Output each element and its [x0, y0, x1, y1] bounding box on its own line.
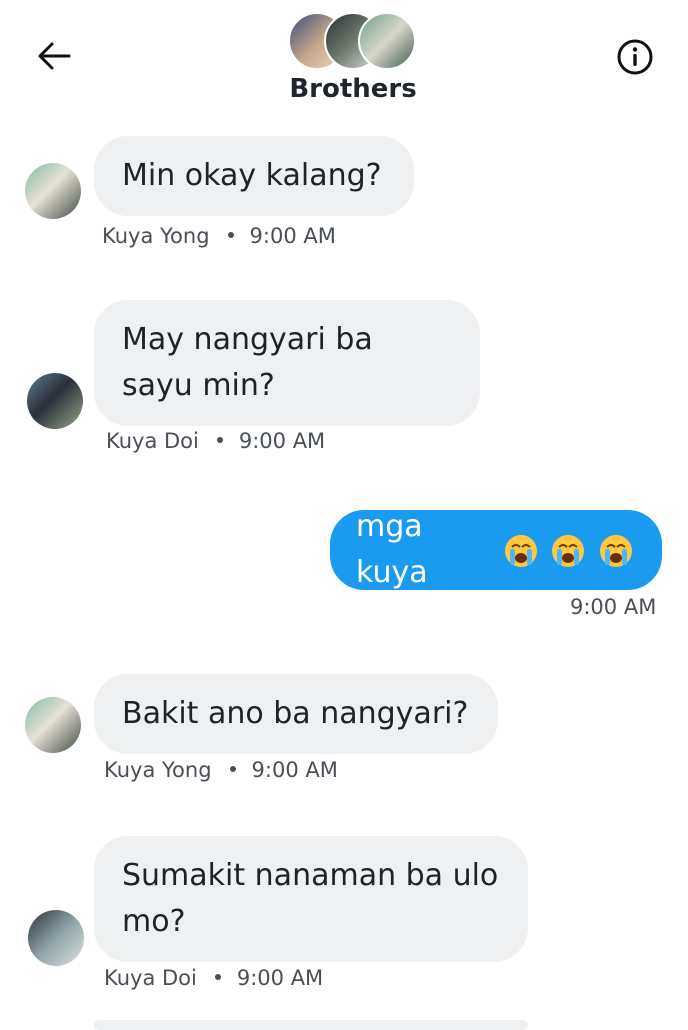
info-circle-icon	[617, 39, 653, 75]
back-button[interactable]	[32, 36, 76, 76]
separator-dot	[229, 766, 236, 772]
message-meta: Kuya Yong 9:00 AM	[104, 758, 338, 782]
crying-face-icon	[600, 534, 632, 567]
message-bubble[interactable]: Min okay kalang?	[94, 136, 414, 216]
avatar[interactable]	[27, 373, 83, 429]
message-time: 9:00 AM	[236, 966, 324, 990]
group-avatars[interactable]	[288, 12, 416, 70]
message-time: 9:00 AM	[570, 595, 657, 619]
separator-dot	[227, 232, 234, 238]
message-time: 9:00 AM	[238, 429, 326, 453]
sender-name: Kuya Doi	[104, 966, 197, 990]
group-title: Brothers	[289, 74, 417, 104]
message-text: Bakit ano ba nangyari?	[122, 696, 469, 731]
message-meta: Kuya Yong 9:00 AM	[102, 224, 336, 248]
outgoing-message-bubble[interactable]: mga kuya	[330, 509, 662, 590]
sender-name: Kuya Yong	[104, 758, 212, 782]
message-text: mga kuya	[356, 509, 428, 590]
avatar	[358, 12, 416, 70]
message-bubble[interactable]: Sumakit nanaman ba ulo mo?	[94, 836, 528, 962]
message-bubble[interactable]: May nangyari ba sayu min?	[94, 300, 480, 426]
message-time: 9:00 AM	[251, 758, 338, 782]
message-text: Sumakit nanaman ba ulo mo?	[122, 858, 499, 939]
message-text: Min okay kalang?	[122, 158, 382, 193]
crying-face-icon	[504, 534, 537, 567]
sender-name: Kuya Doi	[106, 429, 199, 453]
info-button[interactable]	[612, 34, 658, 80]
separator-dot	[216, 437, 223, 443]
crying-face-icon	[552, 534, 585, 567]
arrow-left-icon	[38, 42, 71, 70]
sender-name: Kuya Yong	[102, 224, 210, 248]
chat-header: Brothers	[0, 0, 688, 120]
avatar[interactable]	[28, 910, 84, 966]
avatar[interactable]	[25, 697, 81, 753]
crying-emoji-group	[501, 527, 634, 573]
message-text: May nangyari ba sayu min?	[122, 322, 373, 403]
next-message-edge	[94, 1020, 528, 1030]
message-bubble[interactable]: Bakit ano ba nangyari?	[94, 674, 498, 754]
message-time: 9:00 AM	[249, 224, 336, 248]
separator-dot	[214, 974, 221, 980]
avatar[interactable]	[25, 163, 81, 219]
message-meta: Kuya Doi 9:00 AM	[104, 966, 323, 990]
message-meta: Kuya Doi 9:00 AM	[106, 429, 325, 453]
